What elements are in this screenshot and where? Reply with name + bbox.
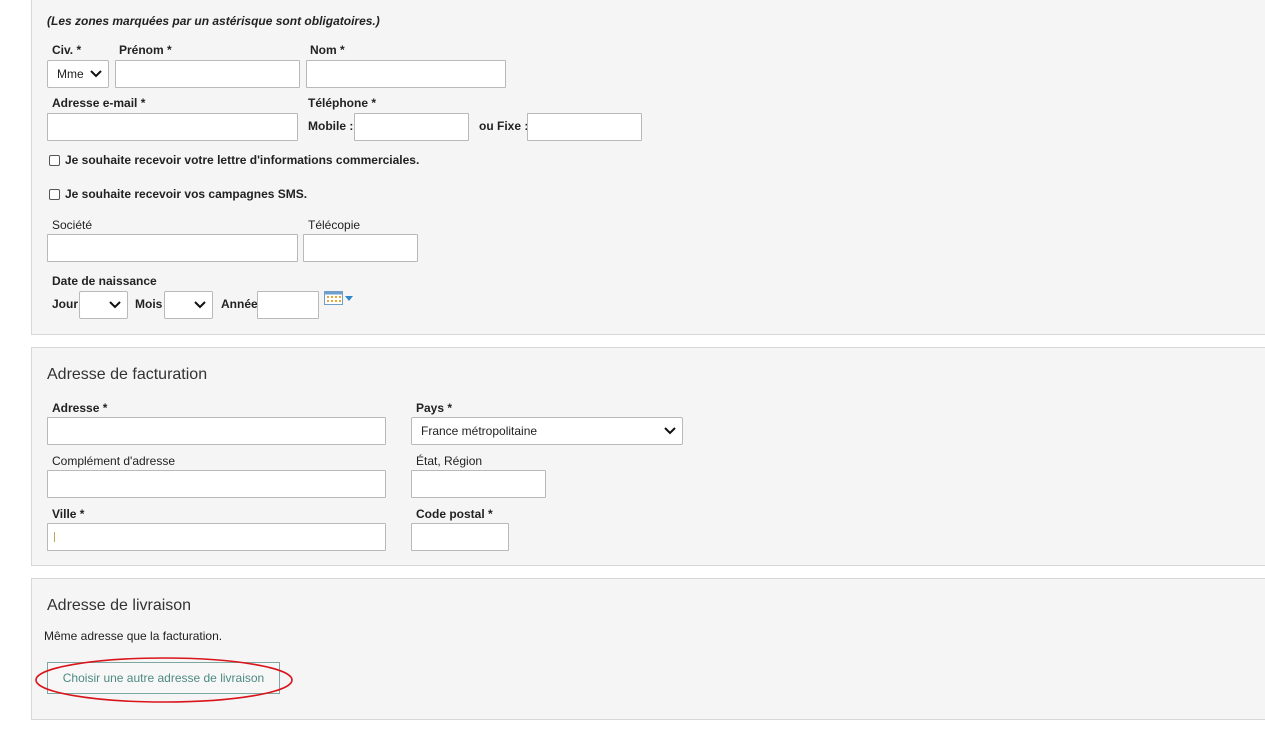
annotation-ellipse [35, 657, 293, 703]
chevron-down-icon [109, 301, 121, 309]
mobile-input[interactable] [354, 113, 469, 141]
city-input[interactable] [47, 523, 386, 551]
lastname-label: Nom * [310, 43, 345, 57]
complement-input[interactable] [47, 470, 386, 498]
country-select[interactable]: France métropolitaine [411, 417, 683, 445]
region-label: État, Région [416, 454, 483, 468]
firstname-input[interactable] [115, 60, 300, 88]
civ-select-value: Mme [57, 67, 84, 81]
fixe-label: ou Fixe : [479, 119, 529, 133]
day-select[interactable] [79, 291, 128, 319]
country-label: Pays * [416, 401, 453, 415]
postal-input[interactable] [411, 523, 509, 551]
fax-label: Télécopie [308, 218, 361, 232]
required-note: (Les zones marquées par un astérisque so… [47, 14, 380, 28]
month-label: Mois [135, 297, 163, 311]
address-label: Adresse * [52, 401, 108, 415]
chevron-down-icon [664, 427, 676, 435]
company-label: Société [52, 218, 93, 232]
sms-checkbox[interactable] [49, 189, 60, 200]
newsletter-checkbox[interactable] [49, 155, 60, 166]
newsletter-label: Je souhaite recevoir votre lettre d'info… [65, 153, 420, 167]
identity-panel: (Les zones marquées par un astérisque so… [31, 0, 1265, 335]
year-label: Année [221, 297, 258, 311]
billing-title: Adresse de facturation [47, 366, 208, 383]
civ-select[interactable]: Mme [47, 60, 109, 88]
mobile-label: Mobile : [308, 119, 354, 133]
company-input[interactable] [47, 234, 298, 262]
firstname-label: Prénom * [119, 43, 172, 57]
text-cursor [54, 532, 55, 542]
email-label: Adresse e-mail * [52, 96, 146, 110]
country-select-value: France métropolitaine [421, 424, 538, 438]
address-input[interactable] [47, 417, 386, 445]
phone-label: Téléphone * [308, 96, 377, 110]
calendar-icon[interactable] [324, 291, 354, 305]
email-input[interactable] [47, 113, 298, 141]
month-select[interactable] [164, 291, 213, 319]
region-input[interactable] [411, 470, 546, 498]
civ-label: Civ. * [52, 43, 82, 57]
same-address-text: Même adresse que la facturation. [44, 629, 223, 643]
city-label: Ville * [52, 507, 85, 521]
sms-label: Je souhaite recevoir vos campagnes SMS. [65, 187, 308, 201]
year-input[interactable] [257, 291, 319, 319]
birthdate-label: Date de naissance [52, 274, 157, 288]
postal-label: Code postal * [416, 507, 493, 521]
billing-panel: Adresse de facturation Adresse * Pays * … [31, 347, 1265, 566]
fax-input[interactable] [303, 234, 418, 262]
shipping-title: Adresse de livraison [47, 597, 192, 614]
lastname-input[interactable] [306, 60, 506, 88]
fixe-input[interactable] [527, 113, 642, 141]
complement-label: Complément d'adresse [52, 454, 176, 468]
chevron-down-icon [90, 70, 102, 78]
chevron-down-icon [194, 301, 206, 309]
day-label: Jour [52, 297, 79, 311]
